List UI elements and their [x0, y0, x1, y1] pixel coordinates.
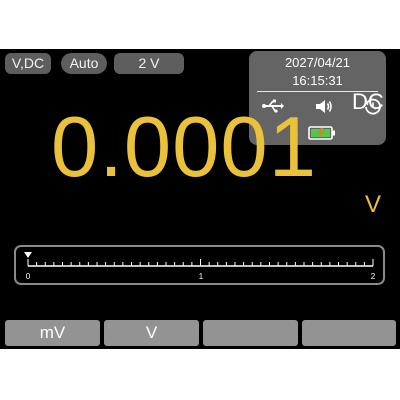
- softkey-2[interactable]: V: [104, 320, 199, 346]
- status-date: 2027/04/21: [284, 55, 351, 70]
- softkey-bar: mV V: [0, 320, 400, 346]
- unit-label: V: [365, 191, 382, 218]
- softkey-1[interactable]: mV: [5, 320, 100, 346]
- bargraph-pointer: [24, 252, 33, 258]
- bargraph: 0 1 2: [14, 245, 385, 285]
- softkey-4[interactable]: [302, 320, 396, 346]
- coupling-label: DC: [352, 89, 384, 114]
- softkey-3[interactable]: [203, 320, 298, 346]
- status-time: 16:15:31: [292, 73, 343, 88]
- function-mode-chip[interactable]: V,DC: [5, 53, 51, 74]
- bargraph-tick-label-1: 1: [199, 272, 204, 281]
- bargraph-tick-label-2: 2: [371, 272, 376, 281]
- range-chip[interactable]: 2 V: [114, 53, 184, 74]
- measurement-reading: 0.0001: [51, 100, 317, 195]
- bargraph-tick-label-0: 0: [26, 272, 31, 281]
- bargraph-scale: 0 1 2: [24, 252, 376, 281]
- auto-range-chip[interactable]: Auto: [61, 53, 107, 74]
